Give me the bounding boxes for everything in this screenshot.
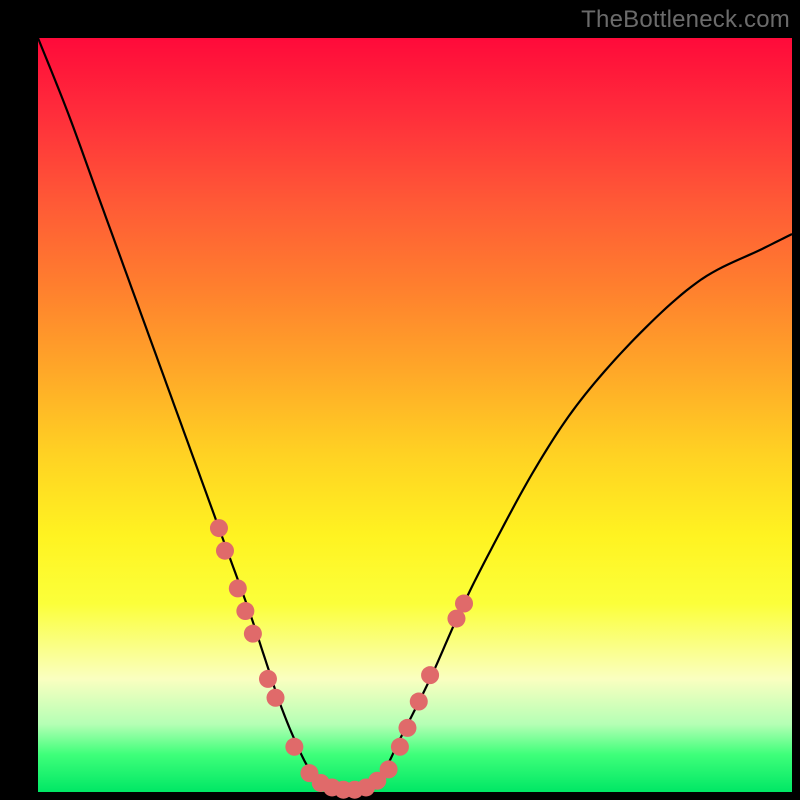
curve-marker xyxy=(380,760,398,778)
curve-markers xyxy=(210,519,473,799)
curve-marker xyxy=(391,738,409,756)
curve-marker xyxy=(259,670,277,688)
curve-layer xyxy=(38,38,792,792)
curve-marker xyxy=(410,693,428,711)
plot-area xyxy=(38,38,792,792)
curve-marker xyxy=(455,595,473,613)
curve-marker xyxy=(285,738,303,756)
curve-marker xyxy=(267,689,285,707)
curve-marker xyxy=(398,719,416,737)
watermark-text: TheBottleneck.com xyxy=(581,6,790,34)
chart-frame: TheBottleneck.com xyxy=(0,0,800,800)
curve-marker xyxy=(421,666,439,684)
curve-marker xyxy=(229,579,247,597)
curve-marker xyxy=(236,602,254,620)
curve-marker xyxy=(216,542,234,560)
curve-marker xyxy=(244,625,262,643)
curve-marker xyxy=(210,519,228,537)
bottleneck-curve xyxy=(38,38,792,792)
